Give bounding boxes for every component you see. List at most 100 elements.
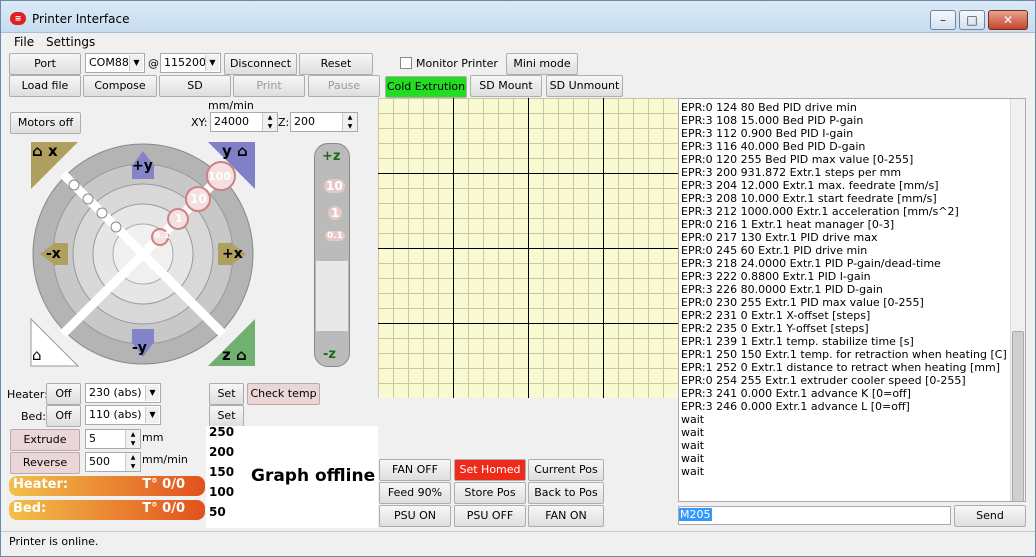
home-z-label: z ⌂ [222, 346, 247, 364]
mini-mode-button[interactable]: Mini mode [506, 53, 578, 75]
set-homed-button[interactable]: Set Homed [454, 459, 526, 481]
minus-y-label: -y [132, 340, 147, 356]
log-scrollbar[interactable] [1010, 99, 1025, 501]
app-icon: ≡ [10, 12, 26, 25]
minus-z-label[interactable]: -z [323, 347, 336, 362]
chevron-down-icon: ▼ [205, 55, 219, 71]
log-line: EPR:3 200 931.872 Extr.1 steps per mm [681, 166, 902, 179]
heater-temp-select[interactable]: 230 (abs) ▼ [85, 383, 161, 403]
bed-off-button[interactable]: Off [46, 405, 81, 427]
spin-down-icon[interactable]: ▼ [262, 122, 277, 131]
psu-on-button[interactable]: PSU ON [379, 505, 451, 527]
reverse-speed-spinner[interactable]: 500 ▲ ▼ [85, 452, 141, 472]
graph-tick-100: 100 [209, 485, 235, 499]
pause-button[interactable]: Pause [308, 75, 380, 97]
home-y-text: y [222, 142, 232, 160]
log-line: EPR:0 120 255 Bed PID max value [0-255] [681, 153, 914, 166]
check-temp-button[interactable]: Check temp [247, 383, 320, 405]
spin-down-icon[interactable]: ▼ [125, 462, 140, 471]
sd-unmount-button[interactable]: SD Unmount [546, 75, 623, 97]
log-line: wait [681, 465, 705, 478]
monitor-printer-checkbox[interactable] [400, 57, 412, 69]
chevron-down-icon: ▼ [145, 407, 159, 423]
z-step-10[interactable]: 10 [324, 179, 345, 193]
log-line: EPR:3 112 0.900 Bed PID I-gain [681, 127, 854, 140]
cold-extrusion-button[interactable]: Cold Extrution [385, 76, 467, 98]
heater-label: Heater: [7, 388, 48, 401]
xy-step-10[interactable]: 10 [190, 192, 207, 206]
menu-bar: File Settings [1, 33, 1035, 51]
current-pos-button[interactable]: Current Pos [528, 459, 604, 481]
heater-temp-value: 230 (abs) [89, 386, 142, 399]
log-line: EPR:0 254 255 Extr.1 extruder cooler spe… [681, 374, 966, 387]
z-feedrate-spinner[interactable]: 200 ▲ ▼ [290, 112, 358, 132]
psu-off-button[interactable]: PSU OFF [454, 505, 526, 527]
log-line: EPR:0 124 80 Bed PID drive min [681, 101, 857, 114]
z-step-01[interactable]: 0.1 [325, 231, 345, 241]
print-area-grid[interactable] [378, 98, 679, 398]
spin-up-icon[interactable]: ▲ [342, 113, 357, 122]
spin-up-icon[interactable]: ▲ [125, 430, 140, 439]
log-line: EPR:0 217 130 Extr.1 PID drive max [681, 231, 878, 244]
send-button[interactable]: Send [954, 505, 1026, 527]
chevron-down-icon: ▼ [129, 55, 143, 71]
port-button[interactable]: Port [9, 53, 81, 75]
xy-step-01[interactable]: 0.1 [154, 231, 170, 241]
xy-step-1[interactable]: 1 [175, 212, 183, 225]
sd-button[interactable]: SD [159, 75, 231, 97]
log-line: EPR:3 208 10.000 Extr.1 start feedrate [… [681, 192, 937, 205]
disconnect-button[interactable]: Disconnect [224, 53, 297, 75]
graph-offline-label: Graph offline [251, 466, 376, 486]
feed-90-button[interactable]: Feed 90% [379, 482, 451, 504]
window-title: Printer Interface [32, 12, 130, 26]
xy-step-100[interactable]: 100 [208, 170, 231, 183]
chevron-down-icon: ▼ [145, 385, 159, 401]
home-x-label: ⌂ x [32, 142, 58, 160]
bed-temp-select[interactable]: 110 (abs) ▼ [85, 405, 161, 425]
console-log[interactable]: EPR:0 124 80 Bed PID drive min EPR:3 108 … [678, 98, 1026, 502]
fan-off-button[interactable]: FAN OFF [379, 459, 451, 481]
minimize-button[interactable]: – [930, 10, 956, 30]
compose-button[interactable]: Compose [83, 75, 157, 97]
menu-settings[interactable]: Settings [46, 35, 95, 49]
motors-off-button[interactable]: Motors off [10, 112, 81, 134]
fan-on-button[interactable]: FAN ON [528, 505, 604, 527]
heater-set-button[interactable]: Set [209, 383, 244, 405]
baud-rate-select[interactable]: 115200 ▼ [160, 53, 221, 73]
reverse-unit-label: mm/min [142, 453, 188, 466]
com-port-select[interactable]: COM88 ▼ [85, 53, 145, 73]
back-to-pos-button[interactable]: Back to Pos [528, 482, 604, 504]
reset-button[interactable]: Reset [299, 53, 373, 75]
log-line: EPR:3 226 80.0000 Extr.1 PID D-gain [681, 283, 883, 296]
extrude-button[interactable]: Extrude [10, 429, 80, 451]
reverse-button[interactable]: Reverse [10, 452, 80, 474]
store-pos-button[interactable]: Store Pos [454, 482, 526, 504]
print-button[interactable]: Print [233, 75, 305, 97]
spin-up-icon[interactable]: ▲ [262, 113, 277, 122]
log-lines: EPR:0 124 80 Bed PID drive min EPR:3 108 … [681, 101, 1009, 478]
printer-interface-window: ≡ Printer Interface – □ ✕ File Settings … [0, 0, 1036, 557]
load-file-button[interactable]: Load file [9, 75, 81, 97]
com-port-value: COM88 [89, 56, 129, 69]
spin-up-icon[interactable]: ▲ [125, 453, 140, 462]
z-minus-zone[interactable] [316, 261, 348, 331]
spin-down-icon[interactable]: ▼ [342, 122, 357, 131]
bed-temp-bar: Bed: T° 0/0 [9, 500, 205, 520]
xy-feedrate-spinner[interactable]: 24000 ▲ ▼ [210, 112, 278, 132]
maximize-button[interactable]: □ [959, 10, 985, 30]
close-button[interactable]: ✕ [988, 10, 1028, 30]
menu-file[interactable]: File [14, 35, 34, 49]
spin-down-icon[interactable]: ▼ [125, 439, 140, 448]
scrollbar-thumb[interactable] [1012, 331, 1024, 501]
extrude-length-spinner[interactable]: 5 ▲ ▼ [85, 429, 141, 449]
bed-set-button[interactable]: Set [209, 405, 244, 427]
z-feed-label: Z: [278, 116, 290, 129]
command-input[interactable]: M205 [678, 506, 951, 525]
sd-mount-button[interactable]: SD Mount [470, 75, 542, 97]
plus-z-label[interactable]: +z [322, 149, 340, 164]
heater-off-button[interactable]: Off [46, 383, 81, 405]
xy-feed-label: XY: [191, 116, 208, 129]
z-jog-control[interactable] [314, 143, 350, 367]
status-text: Printer is online. [9, 535, 99, 548]
graph-tick-200: 200 [209, 445, 235, 459]
